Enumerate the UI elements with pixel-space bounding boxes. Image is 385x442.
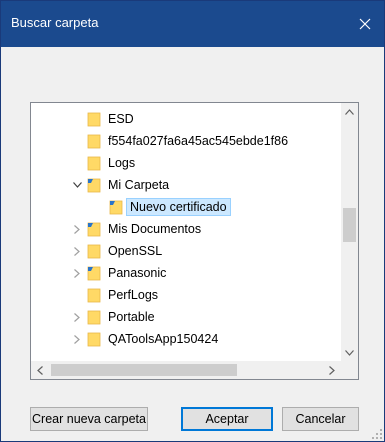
tree-item-label: Mis Documentos <box>108 222 202 236</box>
shared-folder-icon <box>109 199 123 215</box>
cancel-button[interactable]: Cancelar <box>282 407 359 431</box>
tree-item-label: f554fa027fa6a45ac545ebde1f86 <box>108 134 289 148</box>
shared-folder-icon <box>87 221 101 237</box>
chevron-right-icon[interactable] <box>71 262 83 284</box>
vertical-scroll-thumb[interactable] <box>343 208 356 242</box>
folder-icon <box>87 331 101 347</box>
tree-item[interactable]: Logs <box>31 152 349 174</box>
scrollbar-corner <box>341 361 358 379</box>
tree-item[interactable]: Panasonic <box>31 262 349 284</box>
folder-icon <box>87 309 101 325</box>
tree-item[interactable]: ESD <box>31 108 349 130</box>
close-button[interactable] <box>346 1 384 47</box>
tree-item-label: Logs <box>108 156 136 170</box>
scroll-left-arrow-icon[interactable] <box>31 361 49 379</box>
tree-item[interactable]: QAToolsApp150424 <box>31 328 349 350</box>
scroll-up-arrow-icon[interactable] <box>341 103 358 120</box>
vertical-scrollbar[interactable] <box>341 103 358 361</box>
tree-item-label: Nuevo certificado <box>126 198 231 216</box>
chevron-right-icon[interactable] <box>71 306 83 328</box>
accept-button[interactable]: Aceptar <box>181 407 273 431</box>
tree-item-label: Panasonic <box>108 266 167 280</box>
browse-folder-dialog: Buscar carpeta ESD f554fa027fa6a45ac545eb… <box>0 0 385 442</box>
new-folder-button[interactable]: Crear nueva carpeta <box>30 407 148 431</box>
tree-item-label: OpenSSL <box>108 244 163 258</box>
chevron-down-icon[interactable] <box>71 174 83 196</box>
tree-item-label: ESD <box>108 112 134 126</box>
title-bar: Buscar carpeta <box>1 1 384 47</box>
scroll-down-arrow-icon[interactable] <box>341 344 358 361</box>
folder-tree[interactable]: ESD f554fa027fa6a45ac545ebde1f86 Logs Mi Ca… <box>30 102 359 380</box>
folder-icon <box>87 133 101 149</box>
chevron-right-icon[interactable] <box>71 240 83 262</box>
tree-item-label: PerfLogs <box>108 288 159 302</box>
horizontal-scrollbar[interactable] <box>31 361 341 379</box>
tree-item[interactable]: Mis Documentos <box>31 218 349 240</box>
tree-item[interactable]: f554fa027fa6a45ac545ebde1f86 <box>31 130 349 152</box>
dialog-title: Buscar carpeta <box>11 15 99 30</box>
tree-item-label: Mi Carpeta <box>108 178 170 192</box>
resize-grip-icon[interactable] <box>372 429 382 439</box>
folder-icon <box>87 111 101 127</box>
horizontal-scroll-thumb[interactable] <box>51 364 237 376</box>
tree-item[interactable]: Nuevo certificado <box>31 196 349 218</box>
chevron-right-icon[interactable] <box>71 328 83 350</box>
shared-folder-icon <box>87 177 101 193</box>
tree-item-label: Portable <box>108 310 155 324</box>
tree-item[interactable]: OpenSSL <box>31 240 349 262</box>
folder-icon <box>87 155 101 171</box>
tree-item[interactable]: Mi Carpeta <box>31 174 349 196</box>
tree-item[interactable]: PerfLogs <box>31 284 349 306</box>
close-icon <box>359 18 371 30</box>
tree-item[interactable]: Portable <box>31 306 349 328</box>
shared-folder-icon <box>87 265 101 281</box>
scroll-right-arrow-icon[interactable] <box>323 361 341 379</box>
chevron-right-icon[interactable] <box>71 218 83 240</box>
tree-item-label: QAToolsApp150424 <box>108 332 219 346</box>
folder-icon <box>87 243 101 259</box>
folder-icon <box>87 287 101 303</box>
